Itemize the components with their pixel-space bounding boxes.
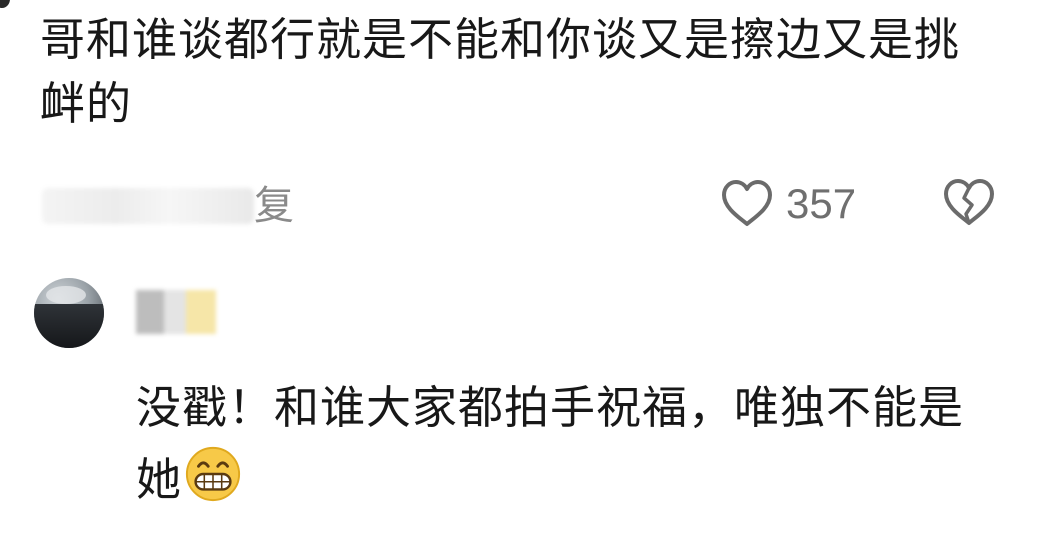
reply-button[interactable]: 复 [254, 180, 294, 232]
comment-meta-row: 复 357 [40, 176, 1000, 236]
previous-avatar-edge [0, 0, 10, 8]
broken-heart-icon[interactable] [942, 178, 996, 228]
avatar[interactable] [34, 278, 104, 348]
redacted-meta [42, 188, 254, 224]
grinning-face-icon [185, 446, 241, 502]
reply-text-content: 没戳！和谁大家都拍手祝福，唯独不能是她 [136, 381, 965, 506]
reply-text: 没戳！和谁大家都拍手祝福，唯独不能是她 [136, 372, 996, 516]
redacted-username [136, 290, 216, 334]
like-button[interactable]: 357 [720, 176, 856, 232]
heart-icon[interactable] [720, 179, 774, 229]
like-count: 357 [786, 180, 857, 227]
comment-text: 哥和谁谈都行就是不能和你谈又是擦边又是挑衅的 [40, 13, 961, 130]
